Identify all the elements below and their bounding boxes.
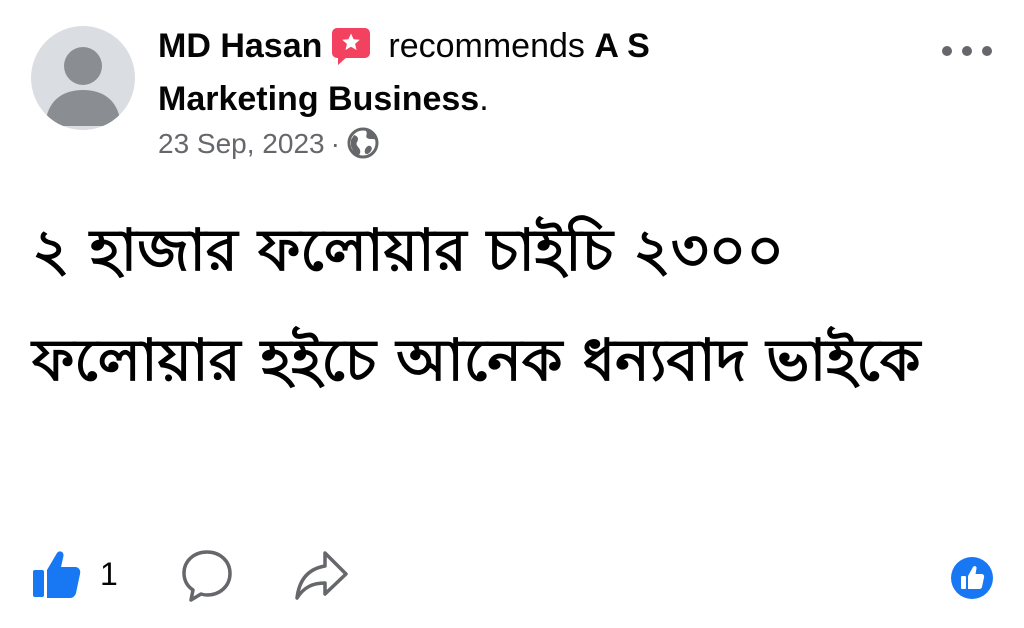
thumbs-up-icon <box>33 551 81 598</box>
post-actions-bar: 1 <box>0 540 1024 610</box>
share-button[interactable] <box>292 546 350 604</box>
author-name[interactable]: MD Hasan <box>158 27 322 65</box>
recommend-star-icon <box>330 26 372 66</box>
post-date[interactable]: 23 Sep, 2023 <box>158 128 325 159</box>
globe-icon[interactable] <box>346 126 380 160</box>
avatar[interactable] <box>31 26 135 130</box>
comment-bubble-icon <box>182 550 232 602</box>
post-header-line-1: MD Hasan recommends A S <box>158 26 650 66</box>
header-period: . <box>479 80 489 118</box>
page-name-part-1[interactable]: A S <box>594 27 649 65</box>
more-options-button[interactable] <box>942 36 992 66</box>
post-header-line-2: Marketing Business. <box>158 79 489 119</box>
default-avatar-icon <box>45 47 121 126</box>
like-count: 1 <box>100 555 118 592</box>
meta-separator: · <box>330 128 340 159</box>
page-name-part-2[interactable]: Marketing Business <box>158 80 479 118</box>
post-card: MD Hasan recommends A S Marketing Busine… <box>0 0 1024 628</box>
more-dot <box>962 46 972 56</box>
more-dot <box>982 46 992 56</box>
share-arrow-icon <box>295 551 348 600</box>
like-reaction-icon[interactable] <box>950 556 994 600</box>
post-body-text: ২ হাজার ফলোয়ার চাইচি ২৩০০ ফলোয়ার হইচে … <box>32 216 921 394</box>
more-dot <box>942 46 952 56</box>
recommend-verb: recommends <box>388 27 585 65</box>
comment-button[interactable] <box>178 546 236 604</box>
post-meta: 23 Sep, 2023 · <box>158 126 380 162</box>
like-button[interactable]: 1 <box>30 546 118 602</box>
